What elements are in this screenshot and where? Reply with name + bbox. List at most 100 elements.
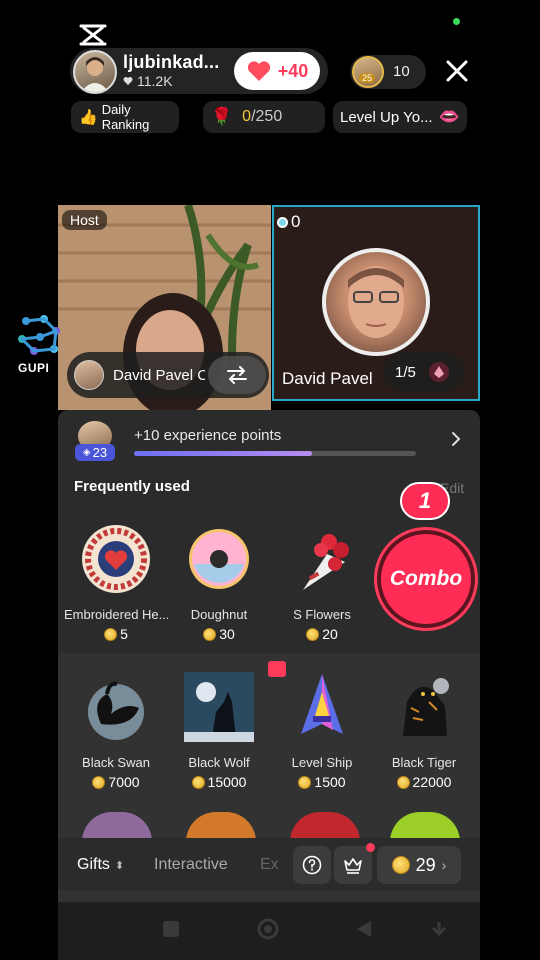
host-tag: Host <box>62 210 107 230</box>
host-likes-count: 11.2K <box>137 73 173 89</box>
heart-icon <box>247 61 270 81</box>
chevron-right-icon: › <box>441 857 447 873</box>
level-up-label: Level Up Yo... <box>340 108 433 126</box>
home-icon[interactable] <box>257 918 279 940</box>
coin-icon <box>396 775 410 789</box>
recent-apps-icon[interactable] <box>160 918 182 940</box>
sort-icon: ⬍ <box>114 859 125 872</box>
coin-icon <box>92 775 106 789</box>
gift-price-value: 20 <box>322 626 338 642</box>
gift-name: Black Tiger <box>391 755 457 770</box>
doughnut-image <box>189 529 249 589</box>
level-value: 23 <box>92 445 108 460</box>
black-tiger-image <box>403 678 449 736</box>
gift-name: Doughnut <box>190 607 248 622</box>
gift-black-swan[interactable]: Black Swan 7000 <box>64 672 168 790</box>
gupi-logo-icon <box>18 315 60 355</box>
gift-price: 15000 <box>167 774 271 790</box>
gift-price-value: 15000 <box>207 774 247 790</box>
notification-dot <box>366 843 375 852</box>
gift-embroidered-heart[interactable]: Embroidered He... 5 <box>64 524 168 642</box>
daily-ranking-chip[interactable]: 👍 Daily Ranking <box>71 101 179 133</box>
help-button[interactable] <box>293 846 331 884</box>
rose-goal-chip[interactable]: 🌹 0/250 <box>203 101 325 133</box>
gift-black-wolf[interactable]: Black Wolf 15000 <box>167 672 271 790</box>
coin-balance-button[interactable]: 29 › <box>377 846 461 884</box>
coin-icon <box>104 627 118 641</box>
gift-price: 7000 <box>64 774 168 790</box>
gift-name: Black Swan <box>82 755 150 770</box>
diamond-icon: ◈ <box>82 447 91 458</box>
guest-avatar[interactable] <box>322 248 430 356</box>
rose-total: /250 <box>251 108 283 125</box>
follow-plus-button[interactable]: +40 <box>234 52 320 90</box>
xp-progress-fill <box>134 451 312 456</box>
left-player-name: David Pavel C <box>113 367 205 384</box>
top-viewer-avatar[interactable] <box>352 56 384 88</box>
tab-gifts-label: Gifts <box>77 856 110 873</box>
tab-interactive[interactable]: Interactive <box>154 856 228 874</box>
gift-price: 22000 <box>372 774 476 790</box>
round-pill[interactable]: 1/5 <box>383 352 465 392</box>
gift-price-value: 5 <box>120 626 128 642</box>
host-name: ljubinkad... <box>123 52 220 72</box>
right-player-name: David Pavel <box>282 369 373 388</box>
tab-gifts[interactable]: Gifts ⬍ <box>77 856 124 874</box>
level-up-chip[interactable]: Level Up Yo... 👄 <box>333 101 467 133</box>
gift-name: Embroidered He... <box>64 607 168 622</box>
gift-name: Level Ship <box>291 755 353 770</box>
gift-price: 1500 <box>270 774 374 790</box>
tab-ex[interactable]: Ex <box>260 856 279 874</box>
gift-price-value: 22000 <box>412 774 452 790</box>
gift-name: Black Wolf <box>188 755 250 770</box>
swap-button[interactable] <box>208 356 266 394</box>
coin-balance: 29 <box>415 854 436 875</box>
swap-arrows-icon <box>227 366 247 384</box>
thumbs-up-icon: 👍 <box>79 109 98 126</box>
gift-price: 5 <box>64 626 168 642</box>
crown-icon <box>344 858 362 874</box>
subscription-button[interactable] <box>334 846 372 884</box>
coin-icon <box>298 775 312 789</box>
score-dot-icon <box>277 216 288 228</box>
gift-black-tiger[interactable]: Black Tiger 22000 <box>372 672 476 790</box>
left-player-avatar <box>74 360 104 390</box>
host-avatar[interactable] <box>73 50 117 94</box>
gift-price-value: 1500 <box>314 774 346 790</box>
gift-price-value: 7000 <box>108 774 140 790</box>
coin-icon <box>203 627 217 641</box>
close-icon[interactable] <box>442 56 472 86</box>
flowers-image <box>303 534 349 590</box>
round-fraction: 1/5 <box>395 363 416 381</box>
guest-score-value: 0 <box>291 212 301 231</box>
viewer-count: 10 <box>393 63 410 80</box>
capcut-logo-icon <box>79 24 107 46</box>
plus-label: +40 <box>277 60 309 81</box>
xp-text: +10 experience points <box>134 427 282 444</box>
gem-icon <box>428 362 449 382</box>
gift-s-flowers[interactable]: S Flowers 20 <box>270 524 374 642</box>
guest-score: 0 <box>277 212 300 232</box>
black-wolf-image <box>184 672 254 742</box>
coin-icon <box>306 627 320 641</box>
gift-level-ship[interactable]: Level Ship 1500 <box>270 672 374 790</box>
gift-doughnut[interactable]: Doughnut 30 <box>167 524 271 642</box>
level-ship-image <box>301 674 343 734</box>
level-badge: ◈ 23 <box>75 444 115 461</box>
daily-ranking-label: Daily Ranking <box>101 102 150 132</box>
rose-icon: 🌹 <box>211 107 233 126</box>
back-icon[interactable] <box>353 918 375 940</box>
host-likes: 11.2K <box>123 73 173 89</box>
black-swan-image <box>88 681 144 740</box>
gupi-watermark-text: GUPI <box>18 361 50 375</box>
embroidered-heart-image <box>82 525 150 593</box>
gift-price: 30 <box>167 626 271 642</box>
keyboard-hide-icon[interactable] <box>428 918 450 940</box>
gift-name: S Flowers <box>293 607 351 622</box>
chevron-right-icon[interactable] <box>450 431 462 447</box>
coin-icon <box>191 775 205 789</box>
combo-button[interactable]: Combo <box>381 534 471 624</box>
question-icon <box>302 855 322 875</box>
top-viewer-badge: 25 <box>359 73 376 83</box>
frequently-used-title: Frequently used <box>74 478 190 495</box>
